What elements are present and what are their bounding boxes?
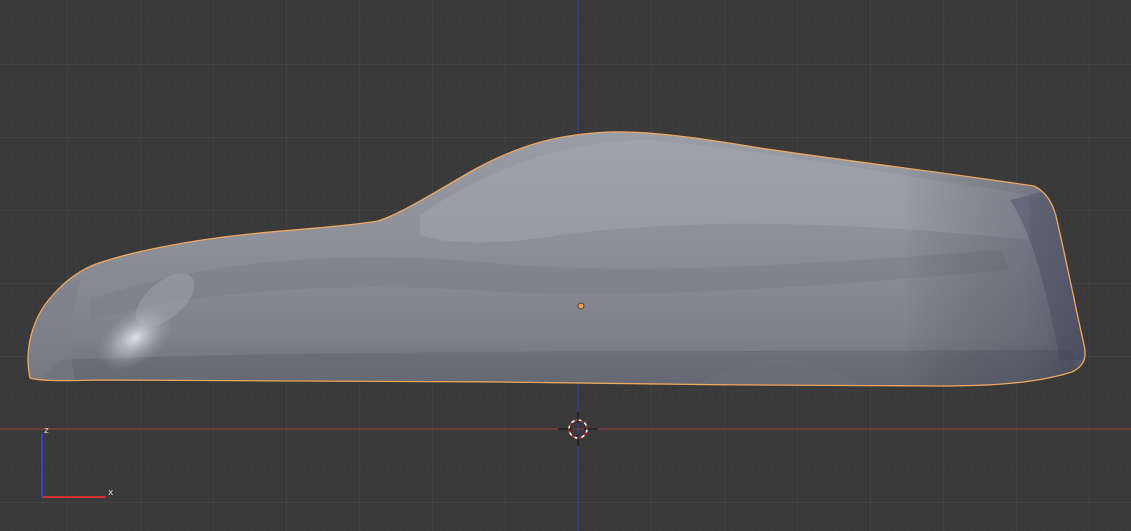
gizmo-x-label: x — [108, 488, 114, 498]
object-origin-icon[interactable] — [577, 302, 585, 310]
viewport-canvas[interactable]: x z — [0, 0, 1131, 531]
gizmo-z-label: z — [44, 426, 49, 436]
3d-viewport[interactable]: x z — [0, 0, 1131, 531]
